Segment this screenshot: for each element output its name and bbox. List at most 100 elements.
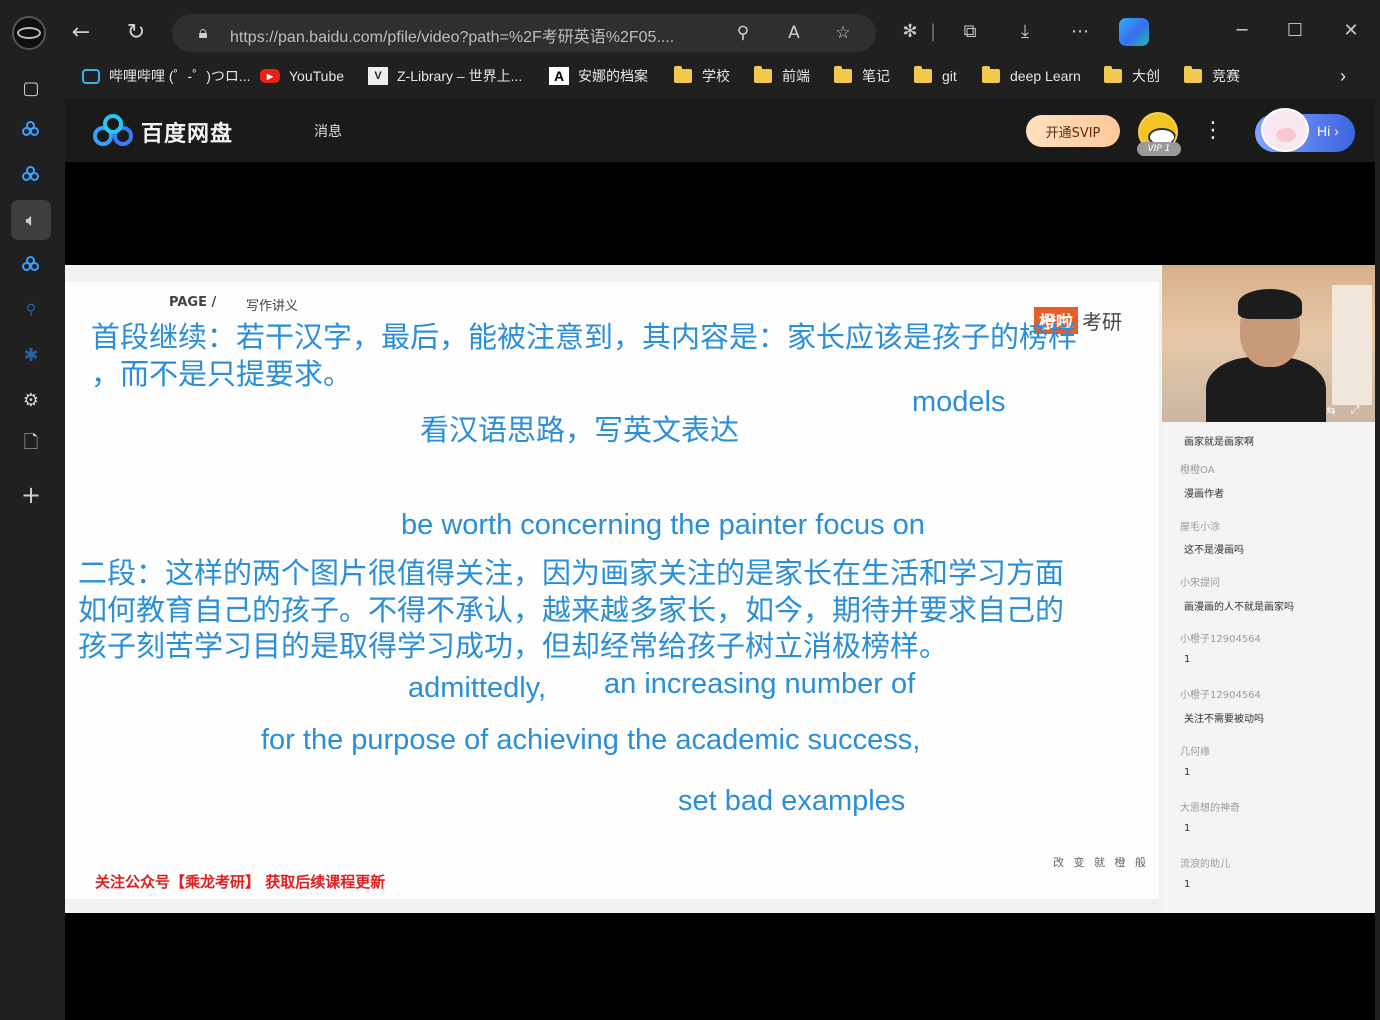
- para1-line1: 首段继续：若干汉字，最后，能被注意到，其内容是：家长应该是孩子的榜样: [91, 320, 1078, 354]
- cam-switch-icon[interactable]: ⇆: [1324, 404, 1338, 417]
- bookmark-label: 笔记: [862, 68, 890, 84]
- svip-button[interactable]: 开通SVIP: [1026, 115, 1120, 147]
- teacher-hair: [1238, 289, 1302, 319]
- annas-archive-icon: A: [549, 67, 569, 85]
- chat-message: 关注不需要被动吗: [1184, 714, 1264, 725]
- en-increasing-number: an increasing number of: [604, 668, 916, 700]
- en-models: models: [912, 386, 1006, 418]
- bookmark-folder-git[interactable]: git: [914, 62, 957, 90]
- bookmark-youtube[interactable]: ▶ YouTube: [260, 62, 344, 90]
- baidu-netdisk-icon: [22, 166, 40, 184]
- background-shelf: [1332, 285, 1372, 405]
- bookmarks-bar: 哔哩哔哩 (゜-゜)つロ... ▶ YouTube V Z-Library – …: [70, 62, 1380, 90]
- bookmark-folder-school[interactable]: 学校: [674, 62, 730, 90]
- baidu-netdisk-icon: [22, 256, 40, 274]
- sidebar-search-icon[interactable]: ⚲: [11, 290, 51, 330]
- bookmark-label: 大创: [1132, 68, 1160, 84]
- back-icon[interactable]: ←: [66, 17, 96, 47]
- youtube-icon: ▶: [260, 69, 280, 83]
- chat-username: 几何缘: [1180, 747, 1210, 758]
- minimize-icon[interactable]: ─: [1227, 16, 1257, 44]
- en-admittedly: admittedly,: [408, 672, 547, 704]
- sidebar-gear-blue-icon[interactable]: ✱: [11, 335, 51, 375]
- more-menu-icon[interactable]: ⋯: [1067, 18, 1093, 44]
- browser-window: ← ↻ 🔒︎ https://pan.baidu.com/pfile/video…: [0, 0, 1380, 1020]
- chat-message: 1: [1184, 879, 1191, 890]
- bookmark-label: deep Learn: [1010, 68, 1081, 84]
- para1-line2: ，而不是只提要求。: [91, 357, 353, 391]
- folder-icon: [834, 66, 852, 83]
- profile-icon[interactable]: [12, 16, 46, 50]
- chat-username: 橙橙OA: [1180, 465, 1215, 476]
- page-label: PAGE /: [169, 295, 217, 310]
- url-text[interactable]: https://pan.baidu.com/pfile/video?path=%…: [230, 23, 674, 47]
- chat-message: 画家就是画家啊: [1184, 437, 1254, 448]
- logo-text[interactable]: 百度网盘: [141, 116, 233, 148]
- bookmark-annas-archive[interactable]: A 安娜的档案: [549, 62, 648, 90]
- page-content: 百度网盘 消息 开通SVIP VIP 1 ⋮ Hi › PAGE / 写作讲义 …: [65, 98, 1375, 1020]
- folder-icon: [914, 66, 932, 83]
- para2-line3: 孩子刻苦学习目的是取得学习成功，但却经常给孩子树立消极榜样。: [78, 629, 949, 663]
- chat-message: 画漫画的人不就是画家吗: [1184, 602, 1294, 613]
- hi-assistant-button[interactable]: Hi ›: [1255, 108, 1355, 152]
- address-bar[interactable]: 🔒︎ https://pan.baidu.com/pfile/video?pat…: [172, 14, 876, 52]
- speaker-icon: 🔈︎: [25, 209, 37, 231]
- brand-word: 考研: [1082, 310, 1122, 334]
- favorite-star-icon[interactable]: ☆: [832, 22, 854, 44]
- folder-icon: [982, 66, 1000, 83]
- lock-icon[interactable]: 🔒︎: [192, 22, 214, 44]
- en-phrases: be worth concerning the painter focus on: [401, 509, 925, 541]
- bookmark-folder-frontend[interactable]: 前端: [754, 62, 810, 90]
- collections-icon[interactable]: ⧉: [957, 18, 983, 44]
- en-purpose: for the purpose of achieving the academi…: [261, 724, 921, 756]
- maximize-icon[interactable]: ☐: [1280, 16, 1310, 44]
- chat-message: 这不是漫画吗: [1184, 545, 1244, 556]
- bookmark-label: git: [942, 68, 957, 84]
- copilot-icon[interactable]: [1119, 18, 1149, 46]
- read-aloud-icon[interactable]: A: [783, 22, 805, 44]
- bookmark-zlibrary[interactable]: V Z-Library – 世界上...: [368, 62, 522, 90]
- bookmark-folder-notes[interactable]: 笔记: [834, 62, 890, 90]
- more-options-icon[interactable]: ⋮: [1202, 120, 1224, 142]
- bookmark-label: 安娜的档案: [578, 68, 648, 84]
- add-icon[interactable]: +: [11, 475, 51, 515]
- refresh-icon[interactable]: ↻: [121, 17, 151, 47]
- baidu-netdisk-logo[interactable]: [92, 114, 134, 148]
- chat-message: 漫画作者: [1184, 489, 1224, 500]
- sidebar-audio-tab[interactable]: 🔈︎: [11, 200, 51, 240]
- bookmark-bilibili[interactable]: 哔哩哔哩 (゜-゜)つロ...: [82, 62, 251, 90]
- bookmark-folder-dachuang[interactable]: 大创: [1104, 62, 1160, 90]
- nav-message[interactable]: 消息: [314, 121, 342, 141]
- close-icon[interactable]: ✕: [1336, 16, 1366, 44]
- bookmark-folder-competition[interactable]: 竞赛: [1184, 62, 1240, 90]
- chat-message: 1: [1184, 654, 1191, 665]
- folder-icon: [1184, 66, 1202, 83]
- sidebar-baidu-app-3[interactable]: [11, 245, 51, 285]
- cam-fullscreen-icon[interactable]: ⤢: [1348, 403, 1362, 416]
- bookmarks-more-icon[interactable]: ›: [1340, 62, 1346, 90]
- bookmark-label: 哔哩哔哩 (゜-゜)つロ...: [109, 68, 251, 84]
- sidebar-baidu-app-1[interactable]: [11, 110, 51, 150]
- chat-username: 小橙子12904564: [1180, 634, 1261, 645]
- footer-slogan: 改 变 就 橙 般: [1053, 856, 1149, 869]
- hi-label: Hi ›: [1317, 123, 1339, 139]
- tab-actions-icon[interactable]: ▢: [11, 68, 51, 108]
- extensions-icon[interactable]: ✻: [897, 18, 923, 44]
- document-icon[interactable]: 🗋︎: [11, 425, 51, 465]
- mascot-icon: [1261, 108, 1309, 152]
- downloads-icon[interactable]: ⤓: [1012, 18, 1038, 44]
- lecture-label: 写作讲义: [246, 299, 299, 314]
- sidebar-baidu-app-2[interactable]: [11, 155, 51, 195]
- netdisk-header: 百度网盘 消息 开通SVIP VIP 1 ⋮ Hi ›: [65, 98, 1375, 162]
- zlibrary-icon: V: [368, 67, 388, 85]
- settings-gear-icon[interactable]: ⚙︎: [11, 380, 51, 420]
- video-player[interactable]: PAGE / 写作讲义 橙啦 考研 首段继续：若干汉字，最后，能被注意到，其内容…: [65, 265, 1375, 913]
- zoom-icon[interactable]: ⚲: [732, 22, 754, 44]
- lecture-slide: PAGE / 写作讲义 橙啦 考研 首段继续：若干汉字，最后，能被注意到，其内容…: [65, 282, 1159, 899]
- en-set-bad-examples: set bad examples: [678, 785, 906, 817]
- browser-toolbar: ← ↻ 🔒︎ https://pan.baidu.com/pfile/video…: [0, 0, 1380, 60]
- bookmark-folder-deep-learn[interactable]: deep Learn: [982, 62, 1081, 90]
- folder-icon: [1104, 66, 1122, 83]
- hint-text: 看汉语思路，写英文表达: [420, 413, 740, 447]
- folder-icon: [674, 66, 692, 83]
